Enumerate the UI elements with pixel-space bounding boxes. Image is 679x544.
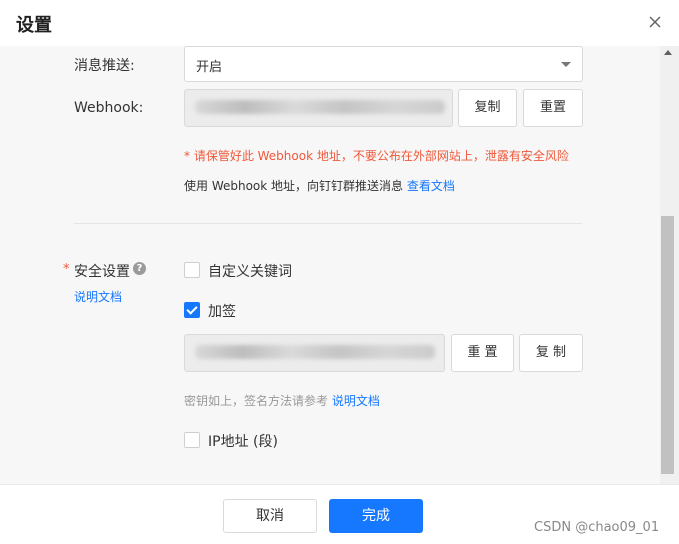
webhook-warning: * 请保管好此 Webhook 地址，不要公布在外部网站上，泄露有安全风险 [184,149,569,163]
ip-label: IP地址 (段) [208,434,278,450]
watermark: CSDN @chao09_01 [534,520,660,535]
check-icon [186,303,198,315]
secret-copy-button[interactable]: 复 制 [519,334,583,372]
chevron-down-icon [561,62,571,67]
push-select-value: 开启 [196,60,223,75]
webhook-url-field[interactable] [184,89,453,127]
webhook-copy-button[interactable]: 复制 [458,89,517,127]
webhook-hint: 使用 Webhook 地址，向钉钉群推送消息 查看文档 [184,177,455,194]
webhook-hint-text: 使用 Webhook 地址，向钉钉群推送消息 [184,179,404,193]
push-label: 消息推送: [74,58,135,74]
dialog-title: 设置 [16,15,52,36]
section-divider [74,223,582,224]
secret-hint: 密钥如上，签名方法请参考 说明文档 [184,392,380,409]
ip-checkbox[interactable] [184,432,200,448]
sign-label: 加签 [208,304,236,320]
webhook-label: Webhook: [74,100,144,116]
masked-webhook-url [195,100,445,114]
question-circle-icon[interactable]: ? [133,262,146,275]
dialog-body: 消息推送: 开启 Webhook: 复制 重置 * 请保管好此 Webhook … [0,46,660,484]
masked-secret [195,345,435,359]
security-label: 安全设置 [74,264,130,280]
secret-reset-button[interactable]: 重 置 [451,334,514,372]
dialog-header: 设置 [0,0,679,46]
scrollbar-thumb[interactable] [661,216,674,474]
keyword-checkbox[interactable] [184,262,200,278]
secret-hint-text: 密钥如上，签名方法请参考 [184,394,329,408]
settings-dialog: 设置 消息推送: 开启 Webhook: 复制 重置 * 请保管好此 Webho… [0,0,679,544]
keyword-label: 自定义关键词 [208,264,292,280]
required-mark: * [63,262,70,277]
secret-field[interactable] [184,334,445,372]
close-icon[interactable] [645,12,665,32]
cancel-button[interactable]: 取消 [223,499,317,533]
push-select[interactable]: 开启 [184,46,583,82]
webhook-doc-link[interactable]: 查看文档 [407,179,455,193]
vertical-scrollbar[interactable] [660,46,679,484]
sign-checkbox[interactable] [184,302,200,318]
security-doc-link[interactable]: 说明文档 [74,288,122,305]
webhook-reset-button[interactable]: 重置 [523,89,583,127]
scroll-up-icon[interactable] [664,50,672,55]
ok-button[interactable]: 完成 [329,499,423,533]
dialog-footer: 取消 完成 CSDN @chao09_01 [0,484,679,544]
secret-doc-link[interactable]: 说明文档 [332,394,380,408]
